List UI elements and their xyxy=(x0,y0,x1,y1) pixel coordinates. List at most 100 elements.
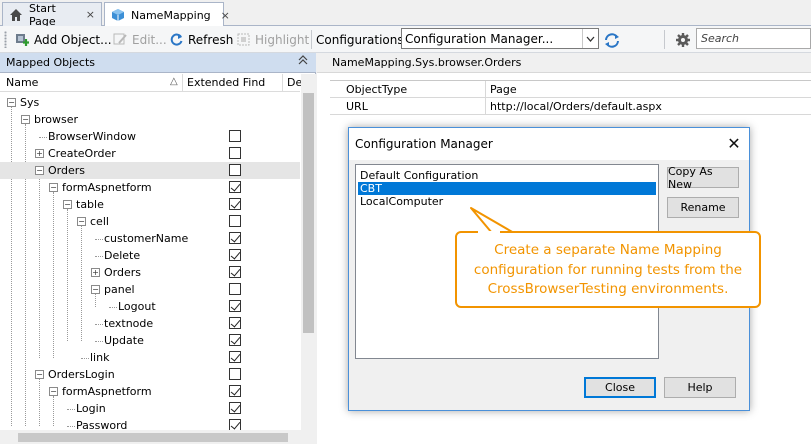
configuration-select[interactable]: Configuration Manager... xyxy=(401,28,599,49)
tree-row[interactable]: Logout xyxy=(0,298,300,315)
extended-find-checkbox[interactable] xyxy=(229,300,241,312)
highlight-button[interactable]: Highlight xyxy=(236,30,309,49)
extended-find-checkbox[interactable] xyxy=(229,283,241,295)
help-button[interactable]: Help xyxy=(664,377,736,398)
tree-row[interactable]: Update xyxy=(0,332,300,349)
configurations-label: Configurations xyxy=(316,32,404,47)
table-row[interactable]: ObjectType Page xyxy=(330,81,811,98)
tree-row[interactable]: + CreateOrder xyxy=(0,145,300,162)
tree-row[interactable]: Login xyxy=(0,400,300,417)
tree-row[interactable]: BrowserWindow xyxy=(0,128,300,145)
properties-table: ObjectType Page URL http://local/Orders/… xyxy=(330,80,811,115)
tree-row[interactable]: + Orders xyxy=(0,264,300,281)
tree-row[interactable]: − Orders xyxy=(0,162,300,179)
horizontal-scroll-thumb[interactable] xyxy=(18,433,288,442)
tree-row[interactable]: − Sys xyxy=(0,94,300,111)
vertical-scroll-thumb[interactable] xyxy=(303,93,314,333)
extended-find-checkbox[interactable] xyxy=(229,147,241,159)
tree-row[interactable]: textnode xyxy=(0,315,300,332)
mapped-objects-panel: Mapped Objects Name △ Extended Find De −… xyxy=(0,53,316,444)
tab-name-mapping[interactable]: NameMapping × xyxy=(104,2,230,27)
tree-row[interactable]: − table xyxy=(0,196,300,213)
close-icon[interactable]: × xyxy=(221,9,230,22)
copy-as-new-button[interactable]: Copy As New xyxy=(667,165,739,191)
sync-icon xyxy=(603,32,619,48)
tree-row[interactable]: Password xyxy=(0,417,300,430)
column-description[interactable]: De xyxy=(287,76,302,89)
extended-find-checkbox[interactable] xyxy=(229,215,241,227)
edit-button[interactable]: Edit... xyxy=(113,30,167,49)
settings-button[interactable] xyxy=(675,30,694,49)
refresh-configurations-button[interactable] xyxy=(603,30,622,49)
tree-item-label: customerName xyxy=(104,232,189,245)
column-name[interactable]: Name xyxy=(6,76,38,89)
tree-item-label: BrowserWindow xyxy=(48,130,136,143)
tree-connector xyxy=(95,239,103,240)
extended-find-checkbox[interactable] xyxy=(229,164,241,176)
extended-find-checkbox[interactable] xyxy=(229,419,241,430)
tree-item-label: panel xyxy=(104,283,135,296)
close-icon[interactable]: ✕ xyxy=(723,133,745,155)
collapse-icon[interactable]: − xyxy=(35,370,44,379)
tree-row[interactable]: − panel xyxy=(0,281,300,298)
tab-start-page[interactable]: Start Page × xyxy=(2,1,102,28)
extended-find-checkbox[interactable] xyxy=(229,402,241,414)
add-object-button[interactable]: Add Object... xyxy=(15,30,112,49)
extended-find-checkbox[interactable] xyxy=(229,351,241,363)
expand-icon[interactable]: + xyxy=(35,149,44,158)
collapse-icon[interactable]: − xyxy=(63,200,72,209)
tree-item-label: cell xyxy=(90,215,109,228)
object-tree[interactable]: − Sys − browser BrowserWindow + CreateOrder − Or… xyxy=(0,93,300,430)
extended-find-checkbox[interactable] xyxy=(229,368,241,380)
close-label: Close xyxy=(605,381,635,394)
search-input[interactable]: Search xyxy=(696,28,811,49)
extended-find-checkbox[interactable] xyxy=(229,232,241,244)
expand-icon[interactable]: + xyxy=(91,268,100,277)
tree-row[interactable]: link xyxy=(0,349,300,366)
dialog-title-bar[interactable]: Configuration Manager ✕ xyxy=(349,128,749,160)
extended-find-checkbox[interactable] xyxy=(229,198,241,210)
toolbar-grip[interactable] xyxy=(4,31,7,48)
table-row[interactable]: URL http://local/Orders/default.aspx xyxy=(330,98,811,115)
extended-find-checkbox[interactable] xyxy=(229,249,241,261)
refresh-button[interactable]: Refresh xyxy=(169,30,233,49)
tree-row[interactable]: Delete xyxy=(0,247,300,264)
object-path: NameMapping.Sys.browser.Orders xyxy=(317,53,811,73)
tree-row[interactable]: − browser xyxy=(0,111,300,128)
collapse-icon[interactable]: − xyxy=(21,115,30,124)
collapse-icon[interactable]: − xyxy=(49,387,58,396)
collapse-icon[interactable]: − xyxy=(7,98,16,107)
chevron-down-icon[interactable] xyxy=(582,29,598,48)
tree-row[interactable]: − OrdersLogin xyxy=(0,366,300,383)
column-extended-find[interactable]: Extended Find xyxy=(187,76,265,89)
collapse-icon[interactable]: − xyxy=(49,183,58,192)
tree-item-label: Orders xyxy=(48,164,85,177)
close-icon[interactable]: × xyxy=(86,8,95,21)
collapse-icon[interactable]: − xyxy=(77,217,86,226)
extended-find-checkbox[interactable] xyxy=(229,317,241,329)
list-item-selected[interactable]: CBT xyxy=(358,182,656,195)
list-item[interactable]: Default Configuration xyxy=(358,169,656,182)
highlight-label: Highlight xyxy=(255,32,310,47)
tree-row[interactable]: − formAspnetform xyxy=(0,179,300,196)
collapse-icon[interactable]: − xyxy=(35,166,44,175)
extended-find-checkbox[interactable] xyxy=(229,181,241,193)
callout-line: CrossBrowserTesting environments. xyxy=(487,281,729,297)
extended-find-checkbox[interactable] xyxy=(229,130,241,142)
name-mapping-icon xyxy=(111,8,125,22)
property-key: URL xyxy=(346,100,368,113)
column-divider[interactable] xyxy=(182,74,183,92)
rename-button[interactable]: Rename xyxy=(667,197,739,218)
collapse-icon[interactable] xyxy=(298,55,308,68)
extended-find-checkbox[interactable] xyxy=(229,385,241,397)
tab-label: Start Page xyxy=(29,1,56,28)
collapse-icon[interactable]: − xyxy=(91,285,100,294)
tree-row[interactable]: customerName xyxy=(0,230,300,247)
extended-find-checkbox[interactable] xyxy=(229,334,241,346)
tree-row[interactable]: − cell xyxy=(0,213,300,230)
extended-find-checkbox[interactable] xyxy=(229,266,241,278)
column-divider[interactable] xyxy=(282,74,283,92)
tree-row[interactable]: − formAspnetform xyxy=(0,383,300,400)
close-button[interactable]: Close xyxy=(584,377,656,398)
refresh-label: Refresh xyxy=(188,32,234,47)
